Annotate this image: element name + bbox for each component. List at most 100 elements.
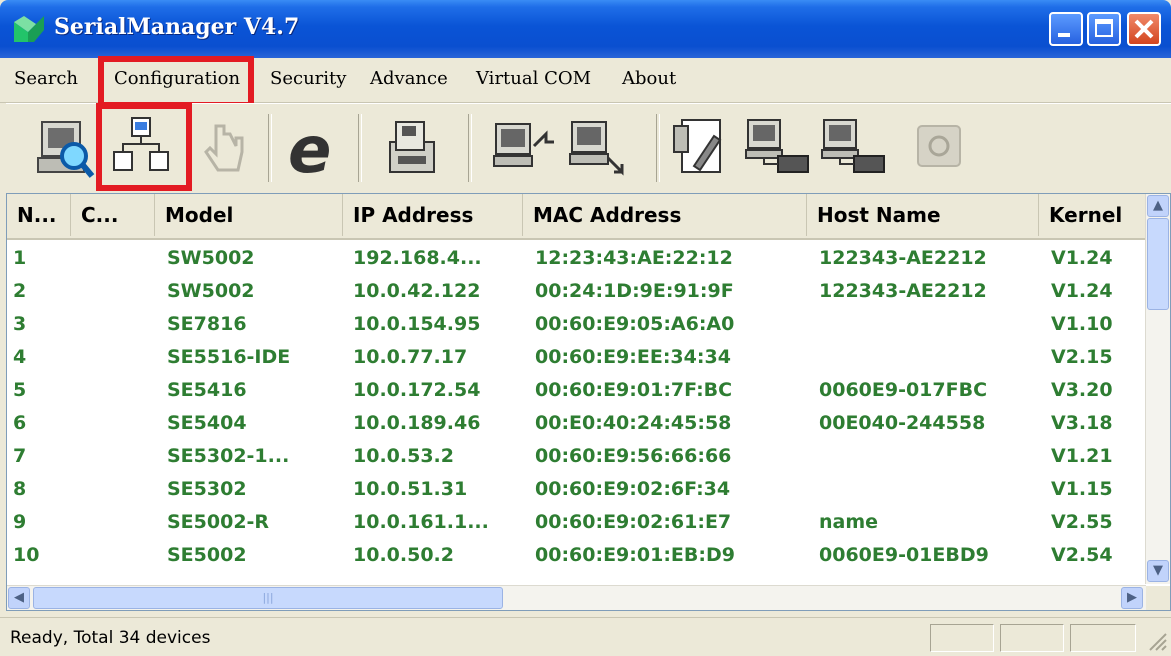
cell-no: 7: [13, 445, 27, 467]
cell-mac: 00:60:E9:05:A6:A0: [535, 313, 735, 335]
serialmanager-window: SerialManager V4.7 Search Configuration …: [0, 0, 1171, 656]
cell-no: 4: [13, 346, 27, 368]
serial-tool-button[interactable]: [742, 112, 812, 184]
cell-mac: 00:60:E9:02:61:E7: [535, 511, 732, 533]
scroll-corner: [1146, 586, 1170, 610]
menu-advance[interactable]: Advance: [370, 68, 448, 89]
cell-model: SW5002: [167, 280, 255, 302]
cell-mac: 00:E0:40:24:45:58: [535, 412, 732, 434]
cell-no: 10: [13, 544, 40, 566]
column-header-c[interactable]: C...: [71, 194, 155, 236]
save-to-disk-icon: [389, 121, 435, 173]
cell-ip: 10.0.77.17: [353, 346, 468, 368]
cell-mac: 00:60:E9:02:6F:34: [535, 478, 731, 500]
menu-security[interactable]: Security: [270, 68, 346, 89]
cell-host: 00E040-244558: [819, 412, 986, 434]
table-row[interactable]: 6 SE5404 10.0.189.46 00:E0:40:24:45:58 0…: [7, 407, 1146, 440]
device-list[interactable]: N... C... Model IP Address MAC Address H…: [6, 193, 1171, 611]
cell-model: SE7816: [167, 313, 247, 335]
serial-tool-alt-button[interactable]: [818, 112, 888, 184]
table-row[interactable]: 3 SE7816 10.0.154.95 00:60:E9:05:A6:A0 V…: [7, 308, 1146, 341]
title-bar[interactable]: SerialManager V4.7: [0, 0, 1171, 58]
window-title: SerialManager V4.7: [54, 14, 300, 40]
column-header-host-name[interactable]: Host Name: [807, 194, 1039, 236]
minimize-button[interactable]: [1049, 12, 1083, 46]
hand-pointer-icon: [204, 124, 244, 172]
upload-button[interactable]: [488, 112, 558, 184]
search-computer-icon: [37, 121, 95, 178]
cell-no: 2: [13, 280, 27, 302]
cell-mac: 00:60:E9:01:EB:D9: [535, 544, 735, 566]
cell-no: 5: [13, 379, 27, 401]
download-button[interactable]: [564, 112, 634, 184]
cell-host: 122343-AE2212: [819, 280, 987, 302]
cell-no: 8: [13, 478, 27, 500]
cell-mac: 00:24:1D:9E:91:9F: [535, 280, 734, 302]
app-logo-icon: [14, 16, 44, 42]
close-button[interactable]: [1127, 12, 1161, 46]
cell-kernel: V1.15: [1051, 478, 1113, 500]
table-row[interactable]: 9 SE5002-R 10.0.161.1... 00:60:E9:02:61:…: [7, 506, 1146, 539]
table-header: N... C... Model IP Address MAC Address H…: [7, 194, 1146, 240]
cell-model: SE5302: [167, 478, 247, 500]
cell-ip: 10.0.189.46: [353, 412, 481, 434]
cell-ip: 10.0.42.122: [353, 280, 481, 302]
search-devices-button[interactable]: [30, 112, 100, 184]
maximize-button[interactable]: [1087, 12, 1121, 46]
svg-text:e: e: [288, 114, 331, 184]
cell-kernel: V2.54: [1051, 544, 1113, 566]
table-row[interactable]: 10 SE5002 10.0.50.2 00:60:E9:01:EB:D9 00…: [7, 539, 1146, 572]
computer-serial-icon: [745, 119, 809, 173]
status-text: Ready, Total 34 devices: [10, 628, 211, 648]
cell-ip: 10.0.161.1...: [353, 511, 489, 533]
scroll-left-icon[interactable]: ◀: [8, 587, 30, 609]
vertical-scrollbar[interactable]: ▲ ▼: [1145, 194, 1170, 584]
scroll-right-icon[interactable]: ▶: [1121, 587, 1143, 609]
cell-no: 6: [13, 412, 27, 434]
close-icon: [1134, 19, 1154, 39]
hand-tool-button[interactable]: [192, 112, 262, 184]
edit-document-icon: [673, 119, 722, 173]
resize-grip-icon[interactable]: [1148, 632, 1168, 652]
table-row[interactable]: 8 SE5302 10.0.51.31 00:60:E9:02:6F:34 V1…: [7, 473, 1146, 506]
scroll-up-icon[interactable]: ▲: [1147, 195, 1169, 217]
cell-model: SE5516-IDE: [167, 346, 291, 368]
status-pane: [1070, 624, 1136, 652]
cell-host: 122343-AE2212: [819, 247, 987, 269]
column-header-kernel[interactable]: Kernel: [1039, 194, 1146, 236]
cell-model: SE5416: [167, 379, 247, 401]
table-row[interactable]: 5 SE5416 10.0.172.54 00:60:E9:01:7F:BC 0…: [7, 374, 1146, 407]
cell-ip: 10.0.51.31: [353, 478, 468, 500]
horizontal-scrollbar[interactable]: ◀ ||| ▶: [7, 585, 1146, 610]
edit-button[interactable]: [668, 112, 738, 184]
cell-model: SE5404: [167, 412, 247, 434]
vertical-scroll-thumb[interactable]: [1147, 218, 1169, 310]
configuration-button-highlight: [96, 103, 192, 191]
table-row[interactable]: 1 SW5002 192.168.4... 12:23:43:AE:22:12 …: [7, 242, 1146, 275]
save-button[interactable]: [374, 112, 444, 184]
column-header-mac-address[interactable]: MAC Address: [523, 194, 807, 236]
table-row[interactable]: 7 SE5302-1... 10.0.53.2 00:60:E9:56:66:6…: [7, 440, 1146, 473]
computer-incoming-icon: [569, 121, 624, 176]
horizontal-scroll-thumb[interactable]: |||: [33, 587, 503, 609]
table-row[interactable]: 2 SW5002 10.0.42.122 00:24:1D:9E:91:9F 1…: [7, 275, 1146, 308]
cell-host: 0060E9-017FBC: [819, 379, 988, 401]
dialer-button[interactable]: [904, 112, 974, 184]
column-header-no[interactable]: N...: [7, 194, 71, 236]
menu-virtual-com[interactable]: Virtual COM: [476, 68, 591, 89]
toolbar-separator: [656, 114, 660, 182]
browser-button[interactable]: e: [280, 112, 350, 188]
cell-kernel: V3.18: [1051, 412, 1113, 434]
cell-mac: 00:60:E9:EE:34:34: [535, 346, 731, 368]
menu-about[interactable]: About: [622, 68, 676, 89]
table-row[interactable]: 4 SE5516-IDE 10.0.77.17 00:60:E9:EE:34:3…: [7, 341, 1146, 374]
cell-kernel: V1.10: [1051, 313, 1113, 335]
column-header-model[interactable]: Model: [155, 194, 343, 236]
menu-bar: Search Configuration Security Advance Vi…: [0, 56, 1171, 108]
status-bar: Ready, Total 34 devices: [0, 617, 1171, 656]
cell-host: 0060E9-01EBD9: [819, 544, 989, 566]
scroll-down-icon[interactable]: ▼: [1147, 560, 1169, 582]
cell-kernel: V2.15: [1051, 346, 1113, 368]
column-header-ip-address[interactable]: IP Address: [343, 194, 523, 236]
menu-search[interactable]: Search: [14, 68, 78, 89]
